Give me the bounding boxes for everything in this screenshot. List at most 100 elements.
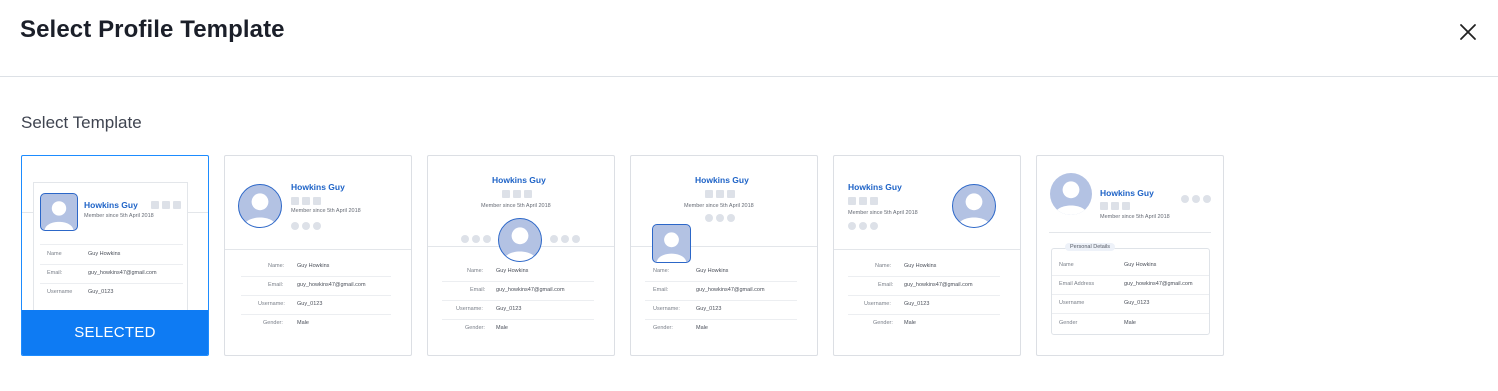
avatar <box>40 193 78 231</box>
row-divider <box>40 283 183 284</box>
field-value: Guy Howkins <box>496 268 529 274</box>
template-card-4[interactable]: Howkins Guy Member since 5th April 2018 … <box>630 155 818 356</box>
social-icon <box>313 197 321 205</box>
social-icon <box>472 235 480 243</box>
field-value: Guy Howkins <box>904 263 937 269</box>
field-value: Guy Howkins <box>297 263 330 269</box>
social-icon <box>550 235 558 243</box>
avatar <box>652 224 691 263</box>
field-label: Name: <box>268 263 285 269</box>
member-since: Member since 5th April 2018 <box>684 203 754 209</box>
social-icon <box>1181 195 1189 203</box>
member-since: Member since 5th April 2018 <box>84 213 154 219</box>
close-icon <box>1460 24 1476 40</box>
field-value: Guy_0123 <box>1124 300 1150 306</box>
user-avatar-icon <box>1054 181 1088 215</box>
profile-name: Howkins Guy <box>291 182 345 192</box>
template-card-3[interactable]: Howkins Guy Member since 5th April 2018 … <box>427 155 615 356</box>
field-label: Email: <box>268 282 284 288</box>
divider <box>1049 232 1211 233</box>
field-label: Email Address <box>1059 281 1095 287</box>
field-value: Male <box>496 325 508 331</box>
field-label: Email: <box>878 282 894 288</box>
social-icon <box>848 222 856 230</box>
social-icon <box>302 222 310 230</box>
field-label: Gender: <box>653 325 673 331</box>
social-icon <box>151 201 159 209</box>
row-divider <box>241 276 391 277</box>
social-icon <box>870 197 878 205</box>
row-divider <box>645 319 797 320</box>
social-icons <box>1181 195 1211 203</box>
template-card-6[interactable]: Howkins Guy Member since 5th April 2018 … <box>1036 155 1224 356</box>
divider <box>834 249 1020 250</box>
field-label: Email: <box>653 287 669 293</box>
social-icon <box>502 190 510 198</box>
avatar <box>1050 173 1092 215</box>
avatar <box>498 218 542 262</box>
field-label: Name: <box>467 268 484 274</box>
divider <box>225 249 411 250</box>
social-icons <box>461 235 491 243</box>
social-icon <box>513 190 521 198</box>
user-avatar-icon <box>503 227 537 261</box>
profile-name: Howkins Guy <box>84 200 138 210</box>
field-value: Male <box>1124 320 1136 326</box>
social-icons <box>1100 202 1130 210</box>
social-icon <box>870 222 878 230</box>
row-divider <box>442 300 594 301</box>
row-divider <box>40 244 183 245</box>
social-icons <box>291 222 321 230</box>
template-card-2[interactable]: Howkins Guy Member since 5th April 2018 … <box>224 155 412 356</box>
field-value: guy_howkins47@gmail.com <box>496 287 565 293</box>
social-icon <box>1122 202 1130 210</box>
social-icons <box>502 190 532 198</box>
member-since: Member since 5th April 2018 <box>848 210 918 216</box>
row-divider <box>848 295 1000 296</box>
selected-indicator: SELECTED <box>22 310 208 355</box>
social-icon <box>291 197 299 205</box>
field-value: Male <box>696 325 708 331</box>
profile-name: Howkins Guy <box>848 182 902 192</box>
row-divider <box>1052 313 1209 314</box>
profile-name: Howkins Guy <box>695 175 749 185</box>
social-icon <box>1203 195 1211 203</box>
field-value: Guy_0123 <box>904 301 930 307</box>
field-value: guy_howkins47@gmail.com <box>297 282 366 288</box>
social-icon <box>313 222 321 230</box>
field-label: Username <box>1059 300 1085 306</box>
user-avatar-icon <box>957 193 991 227</box>
field-value: Male <box>297 320 309 326</box>
user-avatar-icon <box>656 232 687 262</box>
field-label: Gender <box>1059 320 1078 326</box>
field-value: Guy Howkins <box>1124 262 1157 268</box>
social-icon <box>1100 202 1108 210</box>
social-icon <box>705 214 713 222</box>
user-avatar-icon <box>243 193 277 227</box>
social-icon <box>302 197 310 205</box>
field-value: Guy_0123 <box>88 289 114 295</box>
social-icons <box>848 222 878 230</box>
social-icon <box>461 235 469 243</box>
close-button[interactable] <box>1456 20 1480 44</box>
field-label: Email: <box>47 270 63 276</box>
template-card-1[interactable]: Howkins Guy Member since 5th April 2018 … <box>21 155 209 356</box>
user-avatar-icon <box>44 201 74 230</box>
field-value: guy_howkins47@gmail.com <box>696 287 765 293</box>
avatar <box>238 184 282 228</box>
member-since: Member since 5th April 2018 <box>1100 214 1170 220</box>
social-icon <box>848 197 856 205</box>
template-card-5[interactable]: Howkins Guy Member since 5th April 2018 … <box>833 155 1021 356</box>
social-icon <box>483 235 491 243</box>
field-value: Guy_0123 <box>297 301 323 307</box>
field-value: Guy_0123 <box>696 306 722 312</box>
select-template-label: Select Template <box>21 113 142 132</box>
social-icons <box>705 214 735 222</box>
personal-details-tag: Personal Details <box>1065 243 1116 251</box>
social-icons <box>705 190 735 198</box>
row-divider <box>848 276 1000 277</box>
field-label: Gender: <box>873 320 893 326</box>
social-icons <box>550 235 580 243</box>
row-divider <box>442 281 594 282</box>
field-value: Male <box>904 320 916 326</box>
